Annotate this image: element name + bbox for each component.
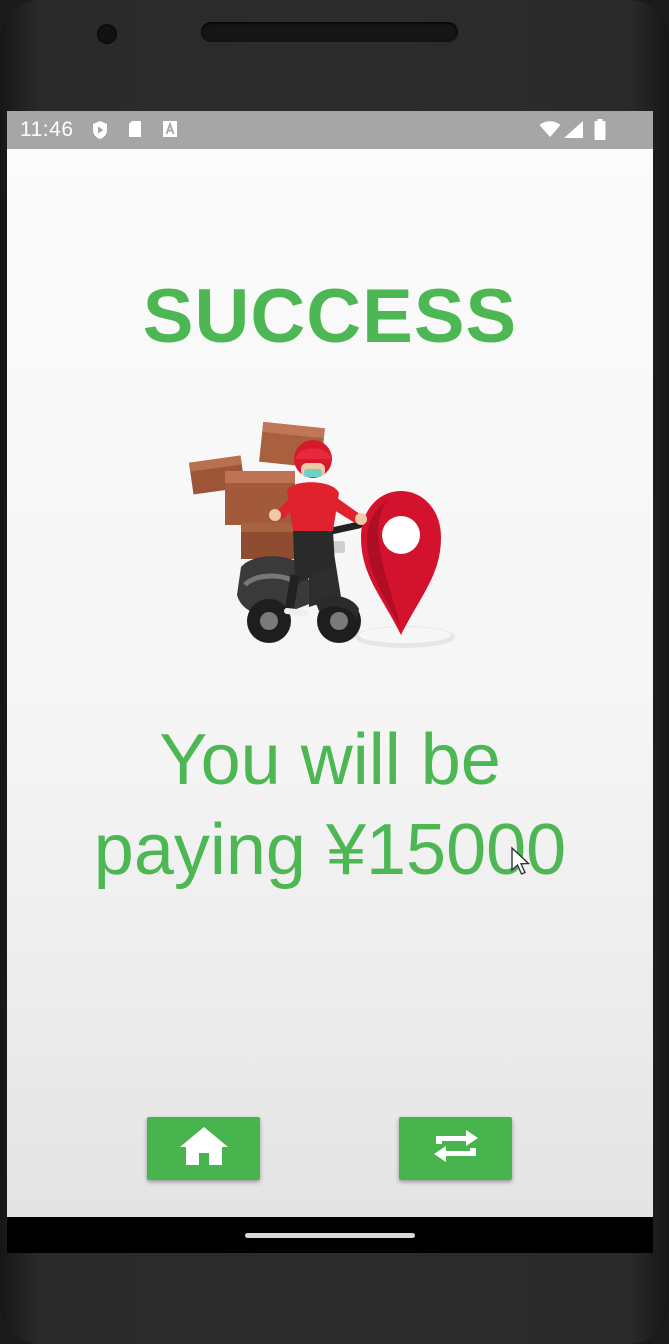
status-bar: 11:46: [7, 111, 653, 149]
success-screen: SUCCESS You will be paying ¥15000: [7, 149, 653, 1217]
home-icon: [178, 1125, 230, 1172]
repeat-icon: [430, 1122, 482, 1175]
earpiece-speaker: [201, 22, 458, 42]
phone-screen: 11:46 SUCCESS You will be paying ¥15000: [7, 111, 653, 1253]
mouse-pointer-icon: [510, 846, 532, 876]
battery-icon: [594, 119, 606, 140]
front-camera: [97, 24, 117, 44]
success-title: SUCCESS: [142, 274, 518, 359]
payment-message: You will be paying ¥15000: [7, 715, 653, 895]
shield-play-icon: [91, 120, 109, 140]
phone-device: 11:46 SUCCESS You will be paying ¥15000: [0, 0, 669, 1344]
font-a-icon: [162, 120, 178, 138]
repeat-button[interactable]: [399, 1117, 512, 1180]
wifi-icon: [539, 121, 561, 138]
delivery-illustration: [183, 415, 483, 675]
home-button[interactable]: [147, 1117, 260, 1180]
sd-card-icon: [128, 120, 142, 138]
navigation-bar: [7, 1217, 653, 1253]
gesture-home-indicator[interactable]: [245, 1233, 415, 1238]
message-line-1: You will be: [159, 720, 501, 800]
status-time: 11:46: [20, 118, 74, 141]
message-line-2: paying ¥15000: [93, 810, 567, 890]
cellular-signal-icon: [564, 121, 584, 138]
